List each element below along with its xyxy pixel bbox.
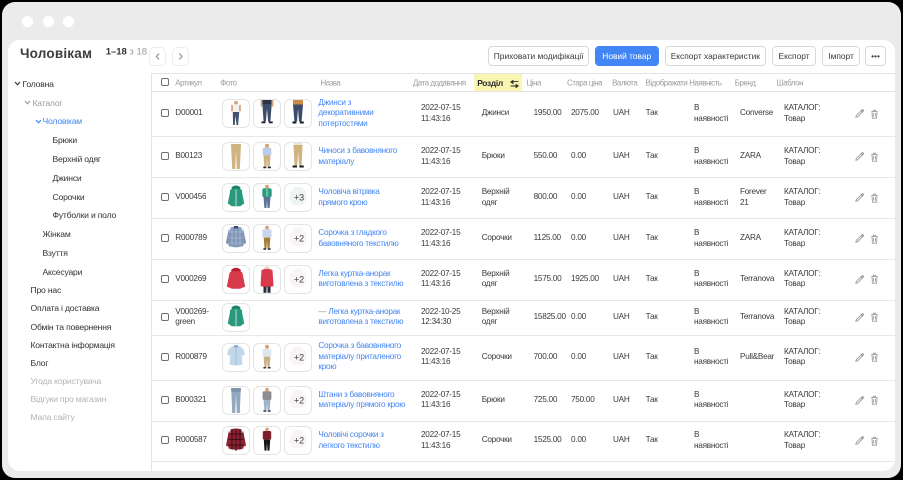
- svg-text:+2: +2: [294, 274, 304, 284]
- svg-text:+2: +2: [294, 352, 304, 362]
- svg-text:+2: +2: [294, 234, 304, 244]
- svg-text:+2: +2: [294, 436, 304, 446]
- svg-text:+3: +3: [294, 193, 304, 203]
- svg-text:+2: +2: [294, 395, 304, 405]
